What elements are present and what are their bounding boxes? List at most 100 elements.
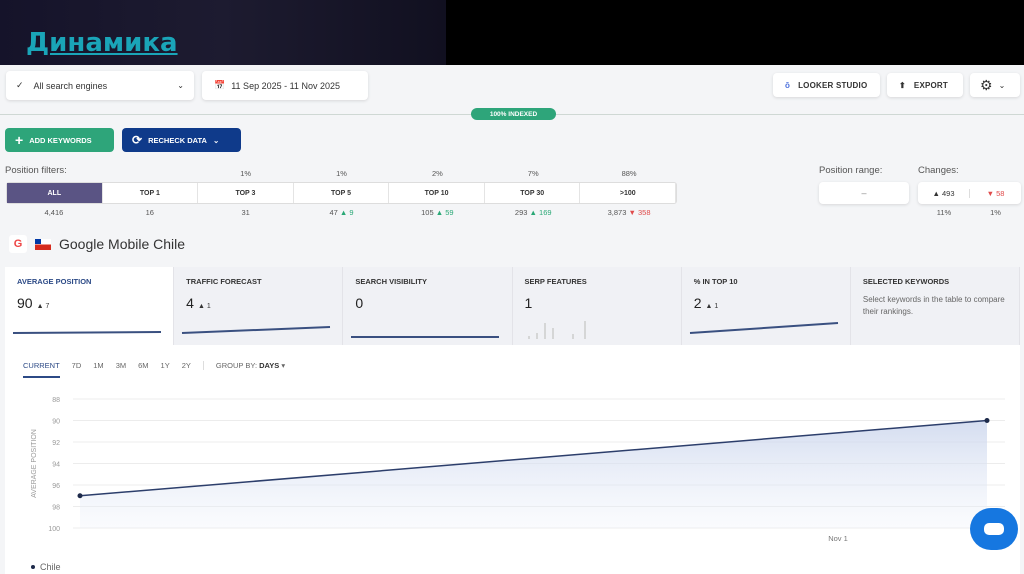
card-title: SERP FEATURES — [524, 277, 587, 286]
changes-label: Changes: — [918, 165, 959, 176]
group-by-select[interactable]: GROUP BY: DAYS ▾ — [202, 361, 285, 370]
period-tab-current[interactable]: CURRENT — [23, 361, 60, 378]
filter-delta: ▼ 358 — [628, 208, 651, 217]
looker-studio-button[interactable]: ō LOOKER STUDIO — [773, 73, 880, 97]
export-button[interactable]: ⬆ EXPORT — [887, 73, 963, 97]
filter-count-value: 293 — [514, 208, 528, 217]
filter-pct — [6, 169, 102, 178]
indexed-badge: 100% INDEXED — [471, 108, 556, 120]
changes-down-pct: 1% — [990, 208, 1001, 217]
filter-count: 293 ▲ 169 — [485, 208, 581, 217]
chat-button[interactable] — [970, 508, 1018, 550]
average-position-chart: 88 90 92 94 96 98 100 AVERAGE POSITION Nov 1 Chil… — [31, 397, 1005, 572]
x-tick-label: Nov 1 — [828, 534, 848, 543]
app: ✓ All search engines ⌄ 📅 11 Sep 2025 - 11 N… — [0, 65, 1024, 574]
recheck-data-button[interactable]: ⟳ RECHECK DATA ⌄ — [122, 128, 241, 152]
filter-count: 47 ▲ 9 — [294, 208, 390, 217]
legend-marker — [31, 565, 35, 569]
date-range-value: 11 Sep 2025 - 11 Nov 2025 — [231, 80, 340, 91]
engine-header: G Google Mobile Chile — [9, 235, 185, 253]
position-range-input[interactable]: – — [819, 182, 909, 204]
metric-card-3[interactable]: SERP FEATURES 1 — [512, 267, 682, 345]
y-tick-label: 96 — [52, 483, 60, 490]
add-keywords-button[interactable]: + ADD KEYWORDS — [5, 128, 114, 152]
period-tab-7d[interactable]: 7D — [72, 361, 82, 370]
changes-up-pct: 11% — [936, 208, 952, 217]
filter-count-value: 105 — [421, 208, 434, 217]
card-description: Select keywords in the table to compare … — [862, 295, 1005, 316]
upload-icon: ⬆ — [899, 80, 906, 90]
position-range-label: Position range: — [819, 165, 883, 176]
filter-pct: 7% — [527, 169, 539, 178]
period-tab-2y[interactable]: 2Y — [182, 361, 191, 370]
filter-count-value: 3,873 — [607, 208, 627, 217]
position-filter-tabs: ALL TOP 1 TOP 3 TOP 5 TOP 10 TOP 30 >100 — [6, 182, 677, 204]
data-point — [984, 418, 990, 423]
changes-up-button[interactable]: ▲ 493 — [918, 188, 970, 198]
engine-title: Google Mobile Chile — [59, 236, 186, 252]
legend-label: Chile — [40, 562, 61, 572]
metric-card-0[interactable]: AVERAGE POSITION 90 ▲ 7 — [5, 267, 175, 345]
card-title: SEARCH VISIBILITY — [355, 277, 428, 286]
filter-count: 16 — [102, 208, 198, 217]
filter-tab-4[interactable]: TOP 10 — [389, 183, 485, 203]
chevron-down-icon: ⌄ — [177, 81, 184, 90]
filter-delta: ▲ 9 — [339, 208, 354, 217]
filter-count-value: 31 — [241, 208, 250, 217]
chevron-down-icon: ⌄ — [212, 135, 220, 145]
card-title: % IN TOP 10 — [693, 277, 738, 286]
card-title: AVERAGE POSITION — [17, 277, 92, 286]
search-engine-select[interactable]: ✓ All search engines ⌄ — [6, 71, 194, 100]
chile-flag-icon — [35, 238, 51, 250]
y-axis-label: AVERAGE POSITION — [31, 429, 38, 498]
period-tab-1y[interactable]: 1Y — [161, 361, 170, 370]
filter-tab-5[interactable]: TOP 30 — [485, 183, 581, 203]
sparkline — [527, 321, 586, 339]
calendar-icon: 📅 — [214, 80, 226, 90]
series-area — [80, 420, 987, 528]
google-icon: G — [9, 235, 27, 253]
group-by-value: DAYS — [259, 361, 280, 370]
metric-card-5[interactable]: SELECTED KEYWORDS Select keywords in the … — [850, 267, 1021, 345]
export-label: EXPORT — [913, 80, 949, 90]
metric-card-1[interactable]: TRAFFIC FORECAST 4 ▲ 1 — [174, 267, 344, 345]
chevron-down-icon: ⌄ — [998, 80, 1006, 90]
filter-tab-1[interactable]: TOP 1 — [103, 183, 199, 203]
add-keywords-label: ADD KEYWORDS — [29, 135, 92, 145]
filter-delta: ▲ 169 — [529, 208, 552, 217]
plus-icon: + — [15, 132, 24, 148]
changes-filter: ▲ 493 ▼ 58 — [918, 182, 1021, 204]
filter-tab-6[interactable]: >100 — [580, 183, 677, 203]
card-title: SELECTED KEYWORDS — [862, 277, 950, 286]
filter-count-value: 47 — [329, 208, 338, 217]
card-title: TRAFFIC FORECAST — [186, 277, 262, 286]
period-tab-6m[interactable]: 6M — [138, 361, 148, 370]
y-tick-label: 100 — [48, 526, 60, 533]
looker-label: LOOKER STUDIO — [798, 80, 868, 90]
period-tab-3m[interactable]: 3M — [116, 361, 126, 370]
filter-tab-0[interactable]: ALL — [7, 183, 103, 203]
y-tick-label: 92 — [52, 440, 60, 447]
changes-down-button[interactable]: ▼ 58 — [970, 189, 1021, 198]
settings-button[interactable]: ⚙ ⌄ — [970, 73, 1020, 97]
metric-card-4[interactable]: % IN TOP 10 2 ▲ 1 — [681, 267, 851, 345]
filter-tab-2[interactable]: TOP 3 — [198, 183, 294, 203]
metric-card-2[interactable]: SEARCH VISIBILITY 0 — [343, 267, 513, 345]
filter-tab-3[interactable]: TOP 5 — [294, 183, 390, 203]
check-icon: ✓ — [16, 80, 24, 90]
filter-count: 105 ▲ 59 — [389, 208, 485, 217]
recheck-label: RECHECK DATA — [148, 135, 207, 145]
filter-count-value: 16 — [145, 208, 154, 217]
sparkline — [689, 322, 838, 334]
y-tick-label: 94 — [52, 462, 60, 469]
filter-pct: 1% — [240, 169, 252, 178]
y-tick-label: 98 — [52, 505, 60, 512]
filter-count: 3,873 ▼ 358 — [581, 208, 677, 217]
sparkline — [12, 331, 162, 334]
y-tick-label: 88 — [52, 397, 60, 404]
date-range-picker[interactable]: 📅 11 Sep 2025 - 11 Nov 2025 — [202, 71, 368, 100]
filter-pct: 1% — [336, 169, 347, 178]
filter-pct — [102, 169, 198, 178]
period-tab-1m[interactable]: 1M — [93, 361, 103, 370]
filter-pct: 2% — [431, 169, 443, 178]
